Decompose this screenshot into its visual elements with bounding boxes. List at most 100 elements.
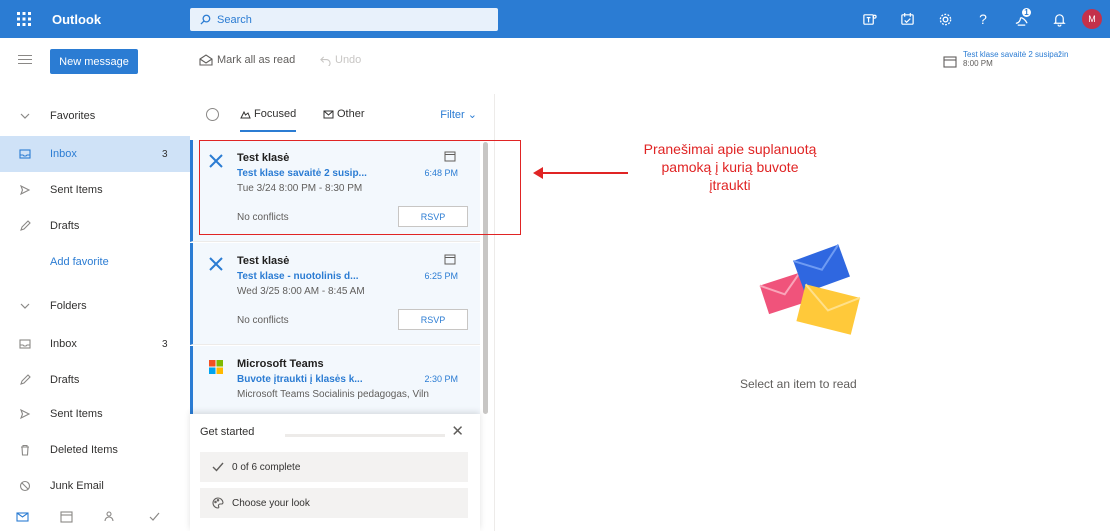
- calendar-icon: [943, 56, 957, 68]
- folder-deleted[interactable]: Deleted Items: [0, 432, 190, 468]
- message-detail: Microsoft Teams Socialinis pedagogas, Vi…: [237, 389, 429, 400]
- mark-all-read-label: Mark all as read: [217, 54, 296, 66]
- list-tabs: Focused Other Filter ⌄: [190, 94, 495, 136]
- add-favorite-label: Add favorite: [50, 256, 109, 268]
- message-sender: Test klasė: [237, 255, 290, 267]
- chevron-down-icon: [0, 110, 50, 122]
- help-icon[interactable]: ?: [964, 0, 1002, 38]
- checkmark-icon: [212, 462, 224, 472]
- undo-icon: [320, 55, 331, 66]
- reminder[interactable]: Test klase savaitė 2 susipažin 8:00 PM: [943, 50, 1068, 68]
- folder-drafts-label: Drafts: [50, 374, 80, 386]
- send-icon: [0, 184, 50, 196]
- teams-meeting-icon: [209, 257, 223, 271]
- search-placeholder: Search: [217, 13, 252, 26]
- notification-icon[interactable]: [1040, 0, 1078, 38]
- message-sender: Microsoft Teams: [237, 358, 324, 370]
- progress-row[interactable]: 0 of 6 complete: [200, 452, 468, 482]
- folder-inbox-count: 3: [162, 338, 168, 350]
- mail-icon[interactable]: [0, 510, 44, 523]
- settings-icon[interactable]: [926, 0, 964, 38]
- message-conflicts: No conflicts: [237, 315, 289, 326]
- inbox-icon: [0, 338, 50, 350]
- get-started-panel: Get started ✕ 0 of 6 complete Choose you…: [190, 414, 480, 531]
- trash-icon: [0, 444, 50, 456]
- module-switcher: [0, 502, 190, 530]
- inbox-icon: [0, 148, 50, 160]
- chevron-down-icon: ⌄: [467, 109, 477, 121]
- command-bar: New message Mark all as read Undo Test k…: [0, 38, 1110, 94]
- left-nav: Favorites Inbox 3 Sent Items Drafts Add …: [0, 94, 190, 531]
- filter-dropdown[interactable]: Filter ⌄: [440, 108, 477, 121]
- tab-other[interactable]: Other: [323, 108, 365, 120]
- message-subject: Test klase - nuotolinis d...: [237, 271, 359, 282]
- annotation-highlight-box: [199, 140, 521, 235]
- todo-icon[interactable]: [132, 510, 176, 523]
- tab-other-label: Other: [337, 108, 365, 120]
- progress-label: 0 of 6 complete: [232, 461, 301, 473]
- folder-sent-label: Sent Items: [50, 408, 103, 420]
- envelopes-illustration: [759, 243, 861, 335]
- sidebar-item-inbox[interactable]: Inbox 3: [0, 136, 190, 172]
- select-all-checkbox[interactable]: [206, 108, 219, 121]
- app-name[interactable]: Outlook: [48, 12, 188, 27]
- folder-junk[interactable]: Junk Email: [0, 468, 190, 504]
- calendar-icon: [444, 254, 456, 265]
- choose-look-row[interactable]: Choose your look: [200, 488, 468, 518]
- rsvp-button[interactable]: RSVP: [398, 309, 468, 330]
- waffle-icon[interactable]: [0, 0, 48, 38]
- message-detail: Wed 3/25 8:00 AM - 8:45 AM: [237, 286, 365, 297]
- sidebar-item-sent[interactable]: Sent Items: [0, 172, 190, 208]
- feedback-icon[interactable]: 1: [1002, 0, 1040, 38]
- undo-button[interactable]: Undo: [320, 54, 361, 66]
- favorites-label: Favorites: [50, 110, 96, 122]
- sidebar-item-drafts[interactable]: Drafts: [0, 208, 190, 244]
- filter-label: Filter: [440, 109, 465, 121]
- choose-look-label: Choose your look: [232, 497, 310, 509]
- palette-icon: [212, 497, 224, 509]
- hamburger-icon[interactable]: [18, 52, 32, 67]
- list-item[interactable]: Microsoft Teams Buvote įtraukti į klasės…: [190, 346, 480, 416]
- envelope-open-icon: [199, 54, 213, 66]
- message-time: 6:25 PM: [424, 271, 458, 281]
- calendar-icon[interactable]: [44, 510, 88, 523]
- teams-icon[interactable]: [850, 0, 888, 38]
- people-icon[interactable]: [88, 510, 132, 523]
- message-subject: Buvote įtraukti į klasės k...: [237, 374, 363, 385]
- message-time: 2:30 PM: [424, 374, 458, 384]
- folder-deleted-label: Deleted Items: [50, 444, 118, 456]
- microsoft-logo-icon: [209, 360, 223, 374]
- get-started-progress-bar: [285, 434, 445, 437]
- new-message-button[interactable]: New message: [50, 49, 138, 74]
- mail-icon: [323, 110, 334, 118]
- folder-sent[interactable]: Sent Items: [0, 396, 190, 432]
- list-item[interactable]: Test klasė Test klase - nuotolinis d... …: [190, 243, 480, 345]
- folder-drafts[interactable]: Drafts: [0, 362, 190, 398]
- drafts-label: Drafts: [50, 220, 80, 232]
- folders-header[interactable]: Folders: [0, 288, 190, 324]
- folder-inbox[interactable]: Inbox 3: [0, 326, 190, 362]
- chevron-down-icon: [0, 300, 50, 312]
- favorites-header[interactable]: Favorites: [0, 98, 190, 134]
- close-icon[interactable]: ✕: [451, 422, 464, 440]
- empty-reading-text: Select an item to read: [740, 377, 857, 391]
- reminder-time: 8:00 PM: [963, 59, 993, 68]
- tab-focused-label: Focused: [254, 108, 297, 120]
- sent-label: Sent Items: [50, 184, 103, 196]
- pencil-icon: [0, 220, 50, 232]
- reminder-title: Test klase savaitė 2 susipažin: [963, 50, 1069, 59]
- inbox-count: 3: [162, 148, 168, 160]
- folder-inbox-label: Inbox: [50, 338, 77, 350]
- folder-junk-label: Junk Email: [50, 480, 104, 492]
- bookings-icon[interactable]: [888, 0, 926, 38]
- avatar[interactable]: M: [1082, 9, 1102, 29]
- inbox-label: Inbox: [50, 148, 77, 160]
- top-bar: Outlook Search ? 1 M: [0, 0, 1110, 38]
- add-favorite-link[interactable]: Add favorite: [0, 244, 190, 280]
- mark-all-read-button[interactable]: Mark all as read: [199, 54, 295, 66]
- focused-icon: [240, 110, 251, 118]
- search-box[interactable]: Search: [190, 8, 498, 31]
- pencil-icon: [0, 374, 50, 386]
- top-icons: ? 1 M: [850, 0, 1110, 38]
- tab-focused[interactable]: Focused: [240, 108, 297, 132]
